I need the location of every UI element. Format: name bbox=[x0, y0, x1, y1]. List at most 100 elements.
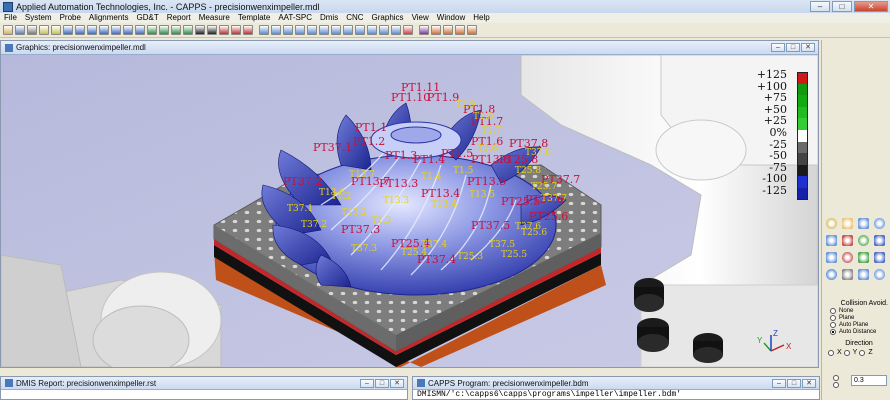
cone-icon[interactable] bbox=[123, 25, 133, 35]
gdt-runout-icon[interactable] bbox=[231, 25, 241, 35]
point-icon[interactable] bbox=[63, 25, 73, 35]
capps-minimize-button[interactable]: – bbox=[772, 379, 786, 388]
menu-template[interactable]: Template bbox=[238, 13, 270, 23]
point-label[interactable]: PT13.8 bbox=[471, 153, 510, 166]
record-icon[interactable] bbox=[431, 25, 441, 35]
view-iso-icon[interactable] bbox=[295, 25, 305, 35]
rotate-icon[interactable] bbox=[874, 218, 885, 229]
menu-dmis[interactable]: Dmis bbox=[320, 13, 338, 23]
maximize-button[interactable]: □ bbox=[832, 1, 852, 12]
capps-close-button[interactable]: ✕ bbox=[802, 379, 816, 388]
stop-icon[interactable] bbox=[403, 25, 413, 35]
collision-option-auto-distance[interactable]: Auto Distance bbox=[830, 328, 890, 335]
cnc-icon[interactable] bbox=[467, 25, 477, 35]
point-label[interactable]: PT1.1 bbox=[355, 121, 387, 134]
axis-x-icon[interactable] bbox=[842, 235, 853, 246]
menu-gd-t[interactable]: GD&T bbox=[137, 13, 159, 23]
menu-alignments[interactable]: Alignments bbox=[89, 13, 129, 23]
probe-change-icon[interactable] bbox=[51, 25, 61, 35]
zoom-fit-icon[interactable] bbox=[367, 25, 377, 35]
direction-option-x[interactable]: X bbox=[828, 349, 842, 356]
3d-scene[interactable]: PT1.10PT1.9PT1.8PT1.7PT1.6PT1.5PT1.4PT1.… bbox=[1, 55, 818, 367]
dmis-icon[interactable] bbox=[419, 25, 429, 35]
view-side-icon[interactable] bbox=[283, 25, 293, 35]
menu-window[interactable]: Window bbox=[437, 13, 465, 23]
step-icon[interactable] bbox=[455, 25, 465, 35]
radio-button[interactable] bbox=[828, 349, 834, 356]
menu-system[interactable]: System bbox=[25, 13, 52, 23]
radio-button[interactable] bbox=[830, 307, 836, 314]
dmis-maximize-button[interactable]: □ bbox=[375, 379, 389, 388]
magnify-icon[interactable] bbox=[858, 218, 869, 229]
radio-button[interactable] bbox=[830, 314, 836, 321]
direction-option-z[interactable]: Z bbox=[859, 349, 873, 356]
menu-graphics[interactable]: Graphics bbox=[372, 13, 404, 23]
axis-zx-icon[interactable] bbox=[874, 252, 885, 263]
point-label[interactable]: PT1.2 bbox=[353, 135, 385, 148]
wireframe-icon[interactable] bbox=[319, 25, 329, 35]
plane-icon[interactable] bbox=[87, 25, 97, 35]
probe-up-icon[interactable] bbox=[826, 235, 837, 246]
menu-view[interactable]: View bbox=[412, 13, 429, 23]
surface-icon[interactable] bbox=[171, 25, 181, 35]
radio-button[interactable] bbox=[859, 349, 866, 356]
rotate-icon[interactable] bbox=[391, 25, 401, 35]
graphics-minimize-button[interactable]: – bbox=[771, 43, 785, 52]
graphics-maximize-button[interactable]: □ bbox=[786, 43, 800, 52]
circle-icon[interactable] bbox=[99, 25, 109, 35]
menu-measure[interactable]: Measure bbox=[199, 13, 230, 23]
sphere-icon[interactable] bbox=[135, 25, 145, 35]
radio-button[interactable] bbox=[843, 349, 850, 356]
axis-y-icon[interactable] bbox=[858, 235, 869, 246]
direction-option-y[interactable]: Y bbox=[843, 349, 857, 356]
slot-icon[interactable] bbox=[147, 25, 157, 35]
axis-xy-icon[interactable] bbox=[842, 252, 853, 263]
collision-option-auto-plane[interactable]: Auto Plane bbox=[830, 321, 890, 328]
point-label[interactable]: PT13.5 bbox=[467, 175, 506, 188]
menu-file[interactable]: File bbox=[4, 13, 17, 23]
point-label[interactable]: PT13.4 bbox=[421, 187, 460, 200]
play-icon[interactable] bbox=[443, 25, 453, 35]
edge-icon[interactable] bbox=[183, 25, 193, 35]
minimize-button[interactable]: – bbox=[810, 1, 830, 12]
cylinder-icon[interactable] bbox=[111, 25, 121, 35]
approach-distance-input[interactable] bbox=[851, 375, 887, 386]
menu-help[interactable]: Help bbox=[473, 13, 489, 23]
point-label[interactable]: PT37.1 bbox=[313, 141, 352, 154]
dmis-close-button[interactable]: ✕ bbox=[390, 379, 404, 388]
axis-z-icon[interactable] bbox=[874, 235, 885, 246]
view-top-icon[interactable] bbox=[259, 25, 269, 35]
save-icon[interactable] bbox=[15, 25, 25, 35]
capps-maximize-button[interactable]: □ bbox=[787, 379, 801, 388]
close-button[interactable]: ✕ bbox=[854, 1, 888, 12]
line-icon[interactable] bbox=[75, 25, 85, 35]
shaded-icon[interactable] bbox=[307, 25, 317, 35]
gdt-flatness-icon[interactable] bbox=[195, 25, 205, 35]
menu-probe[interactable]: Probe bbox=[60, 13, 81, 23]
menu-cnc[interactable]: CNC bbox=[346, 13, 363, 23]
open-icon[interactable] bbox=[3, 25, 13, 35]
point-label[interactable]: PT37.2 bbox=[283, 175, 322, 188]
distance-up-radio[interactable] bbox=[833, 374, 839, 381]
graphics-close-button[interactable]: ✕ bbox=[801, 43, 815, 52]
grid-icon[interactable] bbox=[874, 269, 885, 280]
gear-icon[interactable] bbox=[842, 269, 853, 280]
curve-icon[interactable] bbox=[159, 25, 169, 35]
collision-option-plane[interactable]: Plane bbox=[830, 314, 890, 321]
collision-option-none[interactable]: None bbox=[830, 307, 890, 314]
dmis-minimize-button[interactable]: – bbox=[360, 379, 374, 388]
gdt-position-icon[interactable] bbox=[207, 25, 217, 35]
point-label[interactable]: PT1.4 bbox=[413, 153, 445, 166]
hidden-line-icon[interactable] bbox=[331, 25, 341, 35]
report-icon[interactable] bbox=[243, 25, 253, 35]
point-label[interactable]: PT1.11 bbox=[401, 81, 440, 94]
probe-tip-icon[interactable] bbox=[826, 252, 837, 263]
point-label[interactable]: PT37.5 bbox=[471, 219, 510, 232]
axis-yz-icon[interactable] bbox=[858, 252, 869, 263]
radio-button[interactable] bbox=[830, 328, 836, 335]
view-front-icon[interactable] bbox=[271, 25, 281, 35]
menu-report[interactable]: Report bbox=[167, 13, 191, 23]
point-label[interactable]: PT1.3 bbox=[385, 149, 417, 162]
capps-program-line[interactable]: DMISMN/'c:\capps6\capps\programs\impelle… bbox=[413, 390, 819, 400]
probe-icon[interactable] bbox=[39, 25, 49, 35]
